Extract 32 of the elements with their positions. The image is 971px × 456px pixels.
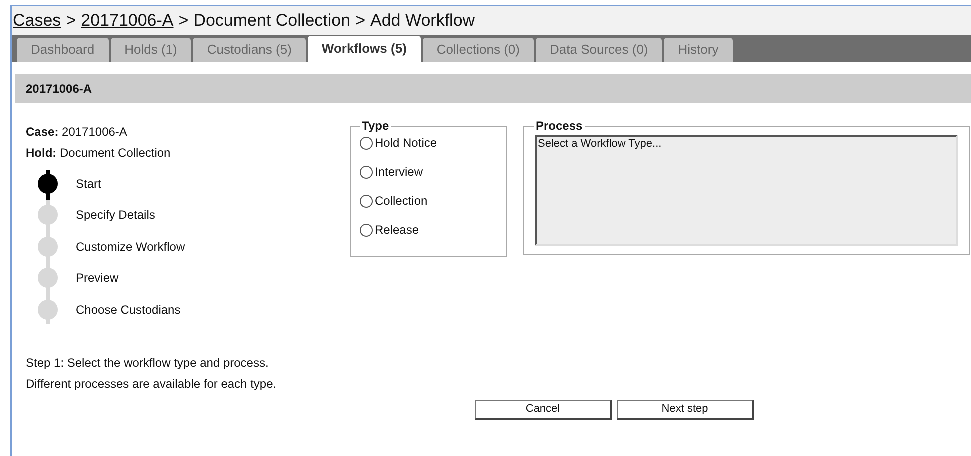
instruction-text: Different processes are available for each type. xyxy=(26,376,278,392)
radio-option[interactable]: Hold Notice xyxy=(360,134,496,152)
group-legend: Process xyxy=(534,117,585,135)
breadcrumb-separator: > xyxy=(66,10,76,32)
radio-option[interactable]: Collection xyxy=(360,192,496,210)
breadcrumb-separator: > xyxy=(356,10,366,32)
radio-option[interactable]: Interview xyxy=(360,163,496,181)
step-label: Choose Custodians xyxy=(76,302,181,319)
list-message: Select a Workflow Type... xyxy=(538,138,662,150)
breadcrumb-item: Document Collection xyxy=(194,10,351,32)
tab[interactable]: Workflows (5) xyxy=(308,36,421,62)
radio-button[interactable] xyxy=(360,224,373,236)
form-button[interactable]: Cancel xyxy=(475,400,612,420)
step-label: Start xyxy=(76,176,102,193)
breadcrumb-link[interactable]: 20171006-A xyxy=(81,8,174,34)
step-label: Customize Workflow xyxy=(76,238,186,256)
breadcrumb-link[interactable]: Cases xyxy=(13,8,62,34)
step-label: Preview xyxy=(76,270,119,288)
info-line: Case: 20171006-A xyxy=(26,124,128,141)
info-line: Hold: Document Collection xyxy=(26,145,172,162)
radio-button[interactable] xyxy=(360,166,373,178)
breadcrumb-item: Add Workflow xyxy=(370,10,476,32)
radio-option[interactable]: Release xyxy=(360,221,496,239)
step-label: Specify Details xyxy=(76,207,156,224)
group-legend: Type xyxy=(360,117,392,135)
radio-button[interactable] xyxy=(360,194,373,208)
panel-header: 20171006-A xyxy=(15,74,971,103)
breadcrumb-separator: > xyxy=(178,10,189,32)
instruction-text: Step 1: Select the workflow type and process. xyxy=(26,356,270,370)
process-list[interactable]: Select a Workflow Type... xyxy=(535,135,958,246)
form-button[interactable]: Next step xyxy=(617,400,754,420)
radio-button[interactable] xyxy=(360,136,373,150)
